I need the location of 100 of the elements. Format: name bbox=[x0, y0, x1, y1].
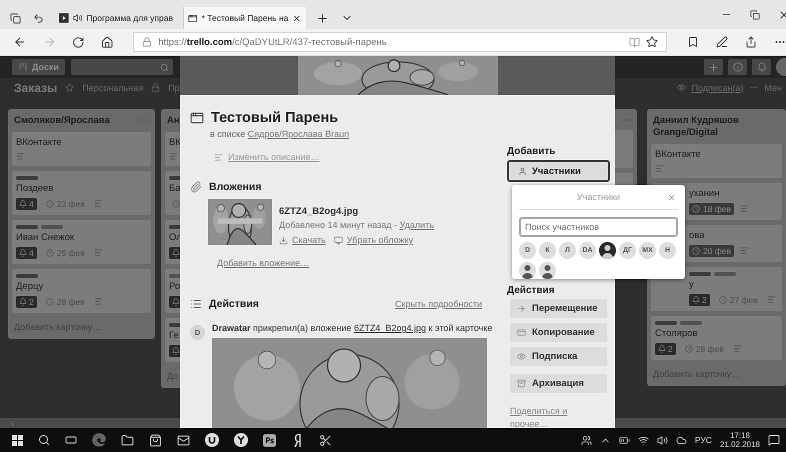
list-link[interactable]: Сядров/Ярослава Braun bbox=[248, 129, 350, 139]
address-field[interactable]: https://trello.com/c/QaDYUtLR/437-тестовый-парень bbox=[133, 32, 668, 52]
folder-icon[interactable] bbox=[121, 434, 134, 446]
windows-logo-icon[interactable] bbox=[12, 434, 23, 446]
description-icon bbox=[655, 164, 664, 173]
badge-count: 4 bbox=[29, 198, 34, 209]
time-text: 17:18 bbox=[730, 430, 750, 440]
url-text: https://trello.com/c/QaDYUtLR/437-тестовый-парень bbox=[158, 36, 388, 48]
section-title: Вложения bbox=[209, 181, 262, 193]
ps-app-icon[interactable] bbox=[263, 434, 276, 446]
action-button[interactable]: Архивация bbox=[510, 374, 607, 393]
bell-icon bbox=[172, 298, 180, 306]
description-icon bbox=[94, 199, 103, 208]
card-icon bbox=[190, 111, 204, 125]
search-field[interactable]: Поиск участников bbox=[519, 217, 678, 237]
subscribed-link[interactable]: Подписан(а) bbox=[692, 82, 744, 92]
bell-icon bbox=[658, 344, 666, 353]
card-title: Ба bbox=[169, 182, 181, 194]
page-icon bbox=[188, 12, 198, 24]
close-icon[interactable] bbox=[292, 12, 302, 24]
sidebar-heading: Добавить bbox=[507, 146, 556, 157]
star-icon[interactable] bbox=[646, 36, 658, 48]
info-button[interactable] bbox=[728, 59, 747, 75]
remove-cover-link[interactable]: Убрать обложку bbox=[334, 235, 414, 245]
delete-link[interactable]: Удалить bbox=[400, 220, 434, 230]
paperclip-icon bbox=[190, 181, 202, 193]
circle-app-icon[interactable] bbox=[205, 433, 219, 447]
card-title: Поздеев bbox=[16, 182, 54, 194]
shopping-bag-icon[interactable] bbox=[149, 434, 162, 446]
edit-description-link[interactable]: Изменить описание… bbox=[228, 152, 320, 162]
card-title: Столяров bbox=[655, 328, 698, 339]
browser-tab[interactable]: * Тестовый Парень на bbox=[183, 7, 306, 29]
card-title: Дерцу bbox=[16, 280, 44, 292]
section-title: Действия bbox=[209, 298, 259, 310]
cloud-icon[interactable] bbox=[676, 434, 687, 446]
tabs-icon[interactable] bbox=[10, 12, 21, 24]
bell-icon bbox=[172, 346, 180, 355]
member-avatar[interactable] bbox=[519, 262, 536, 279]
bell-icon bbox=[172, 248, 180, 257]
task-view-icon[interactable] bbox=[65, 434, 77, 446]
search-icon[interactable] bbox=[38, 434, 50, 446]
menu-link[interactable]: Мен bbox=[764, 82, 782, 92]
browser-icon[interactable] bbox=[92, 433, 106, 447]
description-icon bbox=[214, 152, 223, 162]
hide-details-link[interactable]: Скрыть подробности bbox=[395, 299, 482, 309]
clock[interactable]: 17:18 21.02.2018 bbox=[720, 430, 760, 450]
boards-button[interactable]: Доски bbox=[12, 59, 65, 75]
language-indicator[interactable]: РУС bbox=[694, 435, 712, 445]
sidebar-heading: Действия bbox=[507, 285, 556, 296]
team-name[interactable]: Пр bbox=[168, 82, 180, 92]
wifi-icon[interactable] bbox=[638, 434, 649, 446]
back-arrow-icon[interactable] bbox=[33, 12, 44, 24]
card[interactable]: ВКонтакте bbox=[651, 144, 782, 178]
new-tab-icon[interactable] bbox=[316, 12, 329, 24]
board-visibility[interactable]: Персональная bbox=[82, 82, 144, 92]
member-avatar[interactable] bbox=[539, 262, 556, 279]
card-title: у bbox=[689, 278, 694, 290]
battery-icon[interactable] bbox=[618, 434, 630, 446]
attachment-link[interactable]: 6ZTZ4_B2og4.jpg bbox=[354, 323, 426, 333]
bell-icon bbox=[692, 296, 700, 304]
pen-icon[interactable] bbox=[716, 36, 728, 48]
search-field[interactable] bbox=[70, 59, 173, 75]
share-icon[interactable] bbox=[745, 36, 758, 48]
browser-tab[interactable]: Программа для управ bbox=[54, 7, 177, 29]
action-button[interactable]: Перемещение bbox=[510, 299, 607, 318]
tab-title: * Тестовый Парень на bbox=[202, 13, 288, 23]
scissors-icon[interactable] bbox=[319, 434, 332, 446]
home-icon[interactable] bbox=[100, 36, 114, 48]
refresh-icon[interactable] bbox=[72, 36, 85, 48]
notifications-button[interactable] bbox=[752, 59, 771, 75]
card-title: ВКонтакте bbox=[655, 148, 701, 160]
action-button[interactable]: Копирование bbox=[510, 323, 607, 342]
file-name: 6ZTZ4_B2og4.jpg bbox=[279, 206, 360, 217]
back-icon[interactable] bbox=[13, 35, 27, 49]
member-avatar[interactable] bbox=[599, 242, 616, 259]
bell-icon bbox=[19, 248, 27, 257]
list-title: Даниил Кудряшов Grange/Digital bbox=[653, 115, 740, 139]
y-circle-icon[interactable] bbox=[234, 433, 248, 447]
due-date: 20 фев bbox=[703, 246, 732, 256]
book-icon[interactable] bbox=[629, 36, 640, 48]
add-attachment-link[interactable]: Добавить вложение… bbox=[217, 258, 310, 268]
notifications-icon[interactable] bbox=[768, 434, 780, 446]
card-title: уханин bbox=[689, 188, 720, 199]
volume-icon[interactable] bbox=[656, 434, 668, 446]
members-button[interactable]: Участники bbox=[507, 160, 610, 182]
mail-icon[interactable] bbox=[177, 434, 190, 446]
restore-icon[interactable] bbox=[750, 10, 760, 20]
card-icon bbox=[517, 328, 526, 337]
star-icon[interactable] bbox=[65, 83, 74, 92]
bookmark-icon[interactable] bbox=[687, 36, 700, 48]
card-title: ВК bbox=[169, 136, 181, 148]
plus-icon bbox=[708, 62, 719, 72]
bell-icon bbox=[19, 200, 27, 208]
board-icon bbox=[18, 62, 28, 72]
bell-icon bbox=[756, 62, 766, 72]
share-link[interactable]: Поделиться и прочее… bbox=[510, 405, 572, 428]
download-link[interactable]: Скачать bbox=[279, 235, 326, 245]
card[interactable]: ВКонтакте bbox=[12, 132, 151, 166]
people-icon[interactable] bbox=[580, 434, 592, 446]
action-button[interactable]: Подписка bbox=[510, 347, 607, 366]
